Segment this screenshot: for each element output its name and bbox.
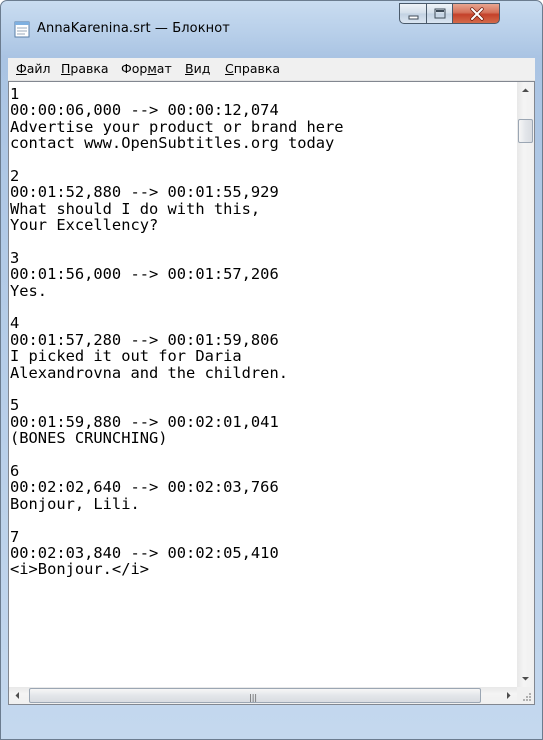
notepad-window: AnnaKarenina.srt — Блокнот Файл Правка Ф… [0, 0, 543, 740]
text-line: <i>Bonjour.</i> [10, 560, 149, 579]
menu-format[interactable]: Формат [121, 61, 172, 76]
text-line: 00:01:52,880 --> 00:01:55,929 [10, 183, 279, 202]
text-editor[interactable]: 1 00:00:06,000 --> 00:00:12,074 Advertise … [8, 81, 535, 705]
grip-icon: ||| [249, 693, 258, 702]
text-line [10, 447, 513, 463]
close-button[interactable] [452, 3, 500, 24]
arrow-right-icon [507, 692, 511, 699]
text-line: 6 [10, 461, 20, 480]
text-line: contact www.OpenSubtitles.org today [10, 134, 335, 153]
text-line [10, 512, 513, 528]
text-line [10, 234, 513, 250]
vertical-scroll-thumb[interactable] [518, 119, 533, 143]
maximize-button[interactable] [426, 3, 453, 24]
horizontal-scroll-thumb[interactable]: ||| [29, 688, 481, 703]
menu-bar: Файл Правка Формат Вид Справка [8, 58, 535, 81]
arrow-up-icon [522, 88, 529, 92]
text-line [10, 152, 513, 168]
text-line: 3 [10, 248, 20, 267]
menu-view[interactable]: Вид [185, 61, 210, 76]
menu-help[interactable]: Справка [225, 61, 280, 76]
resize-grip-icon [523, 693, 531, 701]
text-line: I picked it out for Daria [10, 347, 242, 366]
arrow-down-icon [522, 677, 529, 681]
close-icon [470, 7, 484, 21]
text-line: 00:01:56,000 --> 00:01:57,206 [10, 265, 279, 284]
minimize-icon [408, 15, 419, 20]
window-title: AnnaKarenina.srt — Блокнот [37, 21, 230, 36]
text-line: Alexandrovna and the children. [10, 363, 288, 382]
text-line: Yes. [10, 281, 48, 300]
text-line: (BONES CRUNCHING) [10, 429, 168, 448]
arrow-left-icon [15, 692, 19, 699]
text-line [10, 381, 513, 397]
text-line: 00:00:06,000 --> 00:00:12,074 [10, 101, 279, 120]
text-line: 00:01:57,280 --> 00:01:59,806 [10, 330, 279, 349]
text-line: 00:02:02,640 --> 00:02:03,766 [10, 478, 279, 497]
scroll-down-button[interactable] [517, 670, 534, 687]
text-line: 7 [10, 527, 20, 546]
text-line: Advertise your product or brand here [10, 117, 344, 136]
text-line: Bonjour, Lili. [10, 494, 140, 513]
text-line: 1 [10, 86, 20, 103]
text-line: 5 [10, 396, 20, 415]
scroll-right-button[interactable] [500, 687, 517, 704]
title-bar[interactable]: AnnaKarenina.srt — Блокнот [1, 1, 542, 57]
menu-file[interactable]: Файл [16, 61, 51, 76]
text-line: 2 [10, 166, 20, 185]
document-text[interactable]: 1 00:00:06,000 --> 00:00:12,074 Advertise … [10, 86, 513, 686]
menu-edit[interactable]: Правка [61, 61, 109, 76]
text-line: 00:02:03,840 --> 00:02:05,410 [10, 543, 279, 562]
text-line: What should I do with this, [10, 199, 261, 218]
resize-grip[interactable] [517, 687, 534, 704]
vertical-scrollbar[interactable] [517, 82, 534, 687]
scroll-up-button[interactable] [517, 82, 534, 99]
text-line [10, 299, 513, 315]
minimize-button[interactable] [399, 3, 427, 24]
scroll-left-button[interactable] [9, 687, 26, 704]
text-line: 4 [10, 314, 20, 333]
horizontal-scrollbar[interactable]: ||| [9, 687, 517, 704]
maximize-icon [434, 8, 446, 19]
text-line: 00:01:59,880 --> 00:02:01,041 [10, 412, 279, 431]
notepad-icon [14, 21, 30, 38]
text-line: Your Excellency? [10, 216, 159, 235]
